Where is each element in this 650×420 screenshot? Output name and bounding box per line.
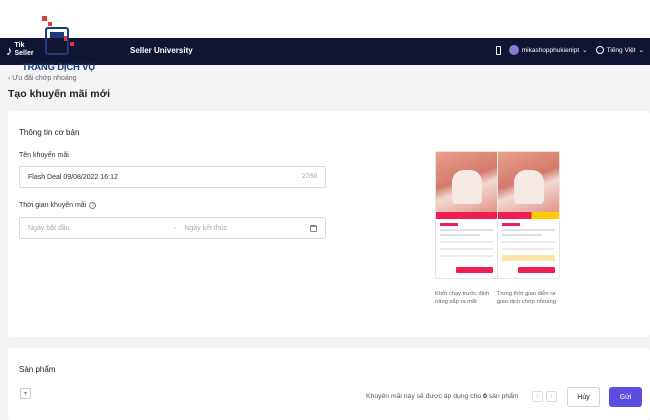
preview-before-launch xyxy=(435,151,498,279)
tiktok-logo-icon: ♪ xyxy=(6,42,13,58)
preview-during-deal xyxy=(497,151,560,279)
page-title: Tạo khuyến mãi mới xyxy=(8,88,110,100)
preview-caption-during: Trong thời gian diễn ra giao dịch chớp n… xyxy=(497,291,556,305)
logo-text-seller: Seller xyxy=(14,50,34,57)
seller-university-link[interactable]: Seller University xyxy=(130,46,193,55)
avatar xyxy=(508,45,519,55)
deal-badge xyxy=(502,255,555,261)
promotion-name-input[interactable]: Flash Deal 09/08/2022 16:12 27/50 xyxy=(19,166,326,188)
promotion-name-label: Tên khuyến mãi xyxy=(19,152,69,159)
chevron-down-icon: ⌄ xyxy=(582,47,588,54)
phone-icon[interactable] xyxy=(495,45,501,55)
preview-caption-before: Khởi chạy trước định năng sắp ra mắt xyxy=(435,291,490,305)
character-counter: 27/50 xyxy=(301,174,317,180)
watermark-logo-icon xyxy=(42,16,74,55)
buy-now-button xyxy=(518,267,555,273)
user-menu[interactable]: mikashopphukienipt ⌄ xyxy=(508,45,588,55)
language-selector[interactable]: Tiếng Việt ⌄ xyxy=(595,46,644,54)
applied-products-note: Khuyến mãi này sẽ được áp dụng cho 0 sản… xyxy=(366,393,519,400)
end-date-placeholder[interactable]: Ngày kết thúc xyxy=(184,225,310,232)
products-card xyxy=(8,348,650,420)
product-photo xyxy=(498,152,559,212)
flash-deal-bar xyxy=(498,212,559,219)
promotion-date-range[interactable]: Ngày bắt đầu - Ngày kết thúc xyxy=(19,217,326,239)
calendar-icon[interactable] xyxy=(310,224,317,232)
promotion-name-value: Flash Deal 09/08/2022 16:12 xyxy=(28,173,118,181)
top-blank-area xyxy=(0,0,650,38)
buy-now-button xyxy=(456,267,493,273)
applied-products-count: 0 xyxy=(483,393,487,400)
promotion-time-label: Thời gian khuyến mãi ? xyxy=(19,202,97,209)
top-navbar: ♪ Tik Seller Seller University mikashopp… xyxy=(0,38,650,65)
product-photo xyxy=(436,152,497,212)
watermark-text: TRANG DỊCH VỤ xyxy=(22,62,95,73)
filter-icon[interactable]: ▾ xyxy=(20,388,31,399)
submit-button[interactable]: Gửi xyxy=(609,387,642,407)
chevron-down-icon: ⌄ xyxy=(638,47,644,54)
cancel-button[interactable]: Hủy xyxy=(567,387,600,407)
tiktok-seller-logo[interactable]: ♪ Tik Seller xyxy=(6,42,34,58)
date-range-separator: - xyxy=(174,224,177,232)
breadcrumb[interactable]: ‹ Ưu đãi chớp nhoáng xyxy=(8,75,77,82)
basic-info-title: Thông tin cơ bản xyxy=(19,128,80,137)
products-title: Sản phẩm xyxy=(19,365,56,374)
username: mikashopphukienipt xyxy=(521,46,580,54)
logo-text-tik: Tik xyxy=(14,42,25,49)
info-icon[interactable]: ? xyxy=(89,202,97,209)
start-date-placeholder[interactable]: Ngày bắt đầu xyxy=(28,225,166,232)
globe-icon xyxy=(595,46,604,54)
chevron-right-icon[interactable]: › xyxy=(546,391,557,402)
chevron-left-icon[interactable]: ‹ xyxy=(532,391,543,402)
flash-deal-bar xyxy=(436,212,497,219)
language-label: Tiếng Việt xyxy=(606,46,636,54)
breadcrumb-label: Ưu đãi chớp nhoáng xyxy=(12,75,77,82)
